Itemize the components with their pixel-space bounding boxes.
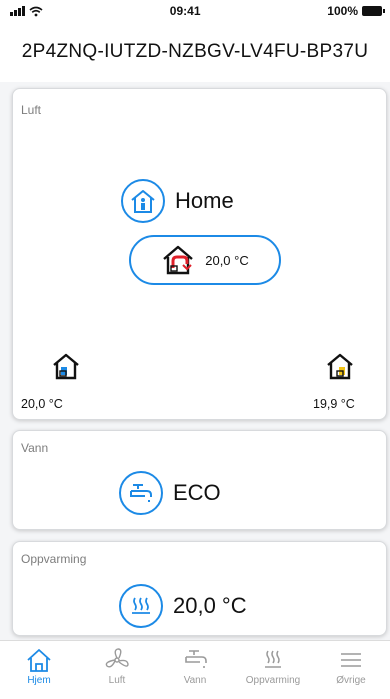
wifi-icon xyxy=(29,6,43,16)
status-time: 09:41 xyxy=(169,4,201,18)
menu-icon xyxy=(341,653,361,667)
luft-card[interactable]: Luft Home 20,0 °C 20,0 °C 19,9 °C xyxy=(12,88,387,420)
heating-mode-icon xyxy=(119,584,163,628)
oppvarming-temp: 20,0 °C xyxy=(173,593,247,618)
tab-oppvarming-label: Oppvarming xyxy=(245,675,301,686)
tab-vann[interactable]: Vann xyxy=(156,647,234,686)
luft-card-label: Luft xyxy=(21,103,42,117)
indoor-temp-right: 19,9 °C xyxy=(313,397,355,411)
battery-percent: 100% xyxy=(327,4,358,18)
indoor-temp-left: 20,0 °C xyxy=(21,397,63,411)
tab-oppvarming[interactable]: Oppvarming xyxy=(234,647,312,686)
oppvarming-card-label: Oppvarming xyxy=(21,552,87,566)
tab-luft[interactable]: Luft xyxy=(78,647,156,686)
tab-ovrige-label: Øvrige xyxy=(336,675,366,686)
setpoint-button[interactable]: 20,0 °C xyxy=(129,235,281,285)
faucet-mode-icon xyxy=(119,471,163,515)
setpoint-value: 20,0 °C xyxy=(205,252,249,268)
tab-ovrige[interactable]: Øvrige xyxy=(312,647,390,686)
indoor-cold-house-icon xyxy=(53,353,79,380)
heating-icon xyxy=(265,650,281,668)
indoor-warm-house-icon xyxy=(327,353,353,380)
oppvarming-card[interactable]: Oppvarming 20,0 °C xyxy=(12,541,387,636)
battery-icon xyxy=(362,6,385,16)
home-icon xyxy=(27,649,51,672)
home-mode-icon xyxy=(121,179,165,223)
tab-bar: Hjem Luft Vann Oppvarming Øvrige xyxy=(0,640,390,699)
status-right: 100% xyxy=(327,4,385,18)
oppvarming-mode-row[interactable]: 20,0 °C xyxy=(119,584,247,628)
fan-icon xyxy=(105,648,129,668)
house-heat-recovery-icon xyxy=(163,245,194,275)
page-title: 2P4ZNQ-IUTZD-NZBGV-LV4FU-BP37U xyxy=(0,22,390,82)
tab-hjem-label: Hjem xyxy=(27,675,51,686)
status-left xyxy=(10,6,43,17)
vann-mode-label: ECO xyxy=(173,480,221,505)
status-bar: 09:41 100% xyxy=(0,0,390,22)
signal-icon xyxy=(10,6,25,16)
tab-luft-label: Luft xyxy=(108,675,126,686)
vann-card[interactable]: Vann ECO xyxy=(12,430,387,530)
tab-hjem[interactable]: Hjem xyxy=(0,647,78,686)
luft-mode-row[interactable]: Home xyxy=(121,179,234,223)
vann-mode-row[interactable]: ECO xyxy=(119,471,221,515)
faucet-icon xyxy=(185,650,207,668)
tab-vann-label: Vann xyxy=(183,675,207,686)
vann-card-label: Vann xyxy=(21,441,49,455)
luft-mode-label: Home xyxy=(175,188,234,213)
